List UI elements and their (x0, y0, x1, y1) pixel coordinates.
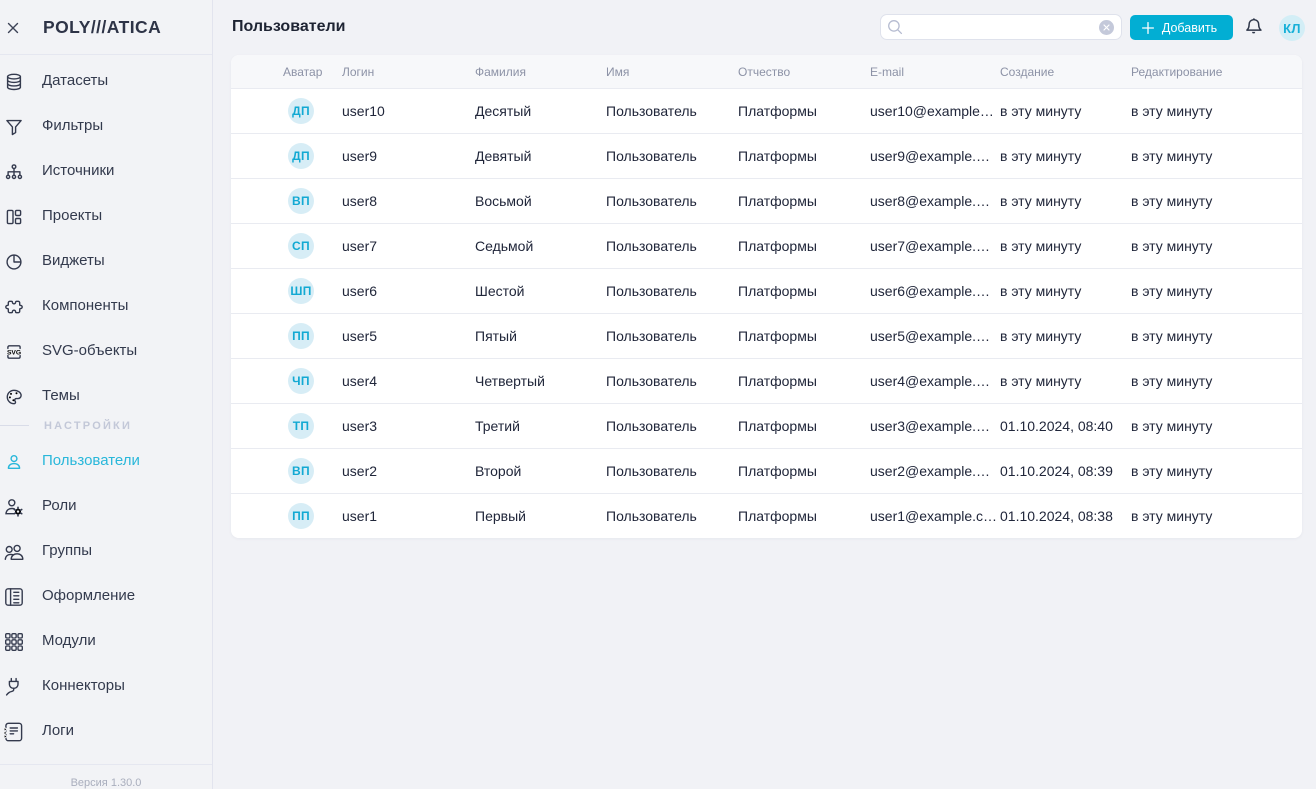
svg-text:SVG: SVG (7, 349, 21, 356)
